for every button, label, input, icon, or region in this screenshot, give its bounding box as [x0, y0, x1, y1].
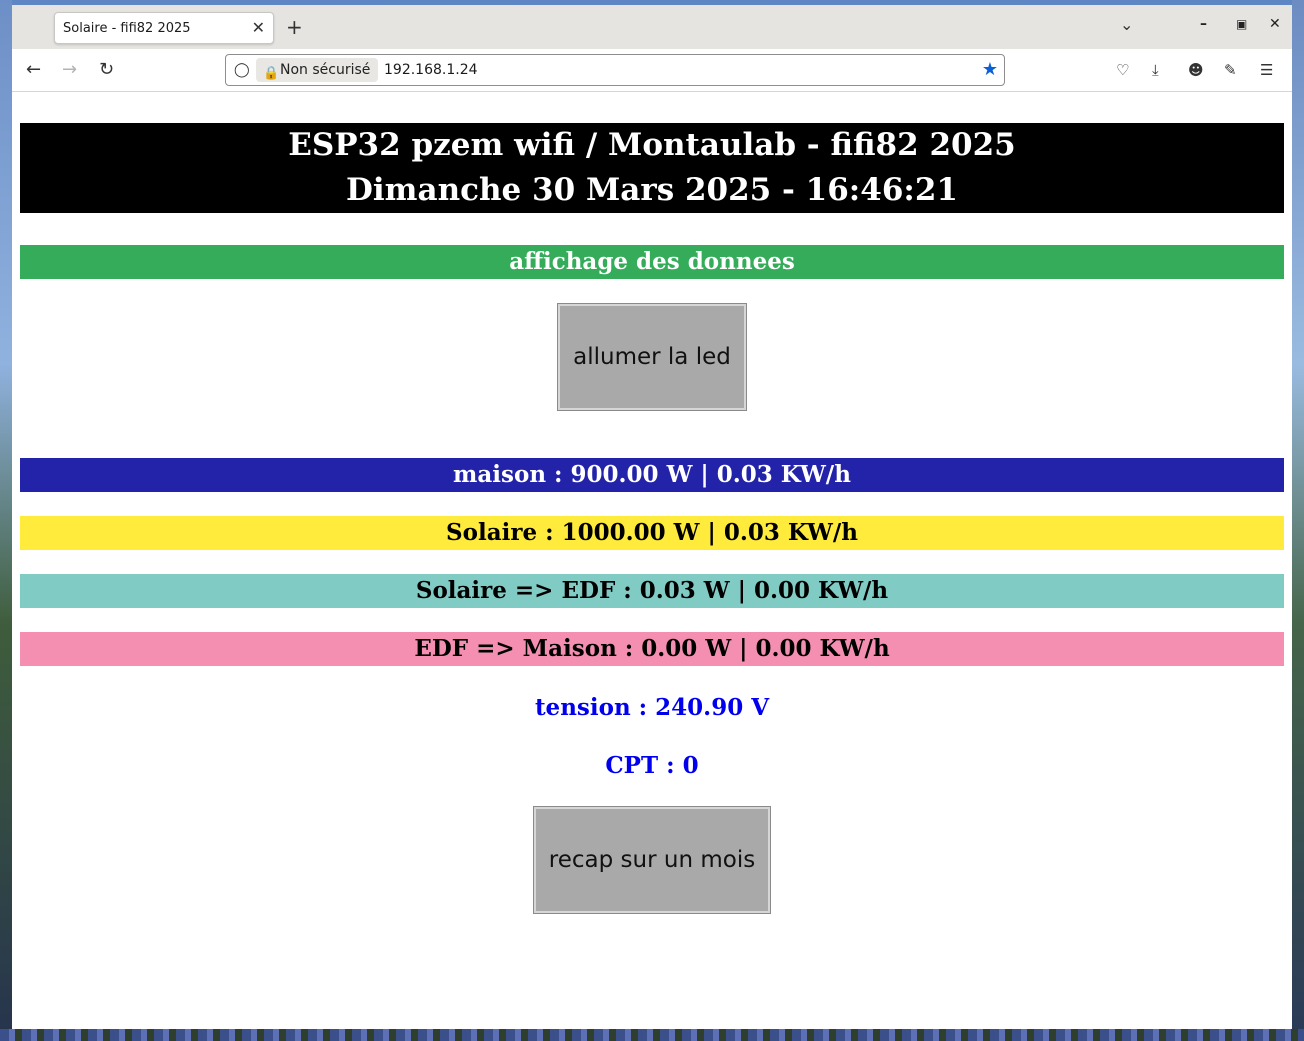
maison-bar: maison : 900.00 W | 0.03 KW/h — [20, 458, 1284, 492]
desktop-wallpaper-right — [1292, 0, 1304, 1041]
edf-maison-bar: EDF => Maison : 0.00 W | 0.00 KW/h — [20, 632, 1284, 666]
security-indicator[interactable]: 🔒 Non sécurisé — [256, 58, 379, 82]
pocket-icon[interactable]: ♡ — [1116, 61, 1129, 79]
back-icon[interactable]: ← — [26, 59, 41, 80]
maximize-icon[interactable]: ▣ — [1236, 17, 1247, 31]
new-tab-button[interactable]: + — [286, 15, 303, 39]
tab-close-icon[interactable]: ✕ — [252, 18, 265, 37]
download-icon[interactable]: ⤓ — [1152, 61, 1159, 79]
page-content: ESP32 pzem wifi / Montaulab - fifi82 202… — [12, 92, 1292, 1029]
url-text[interactable]: 192.168.1.24 — [384, 62, 478, 78]
list-all-tabs-icon[interactable]: ⌄ — [1120, 15, 1133, 34]
cpt-text: CPT : 0 — [605, 752, 699, 779]
section-title: affichage des donnees — [20, 245, 1284, 279]
page-header: ESP32 pzem wifi / Montaulab - fifi82 202… — [20, 123, 1284, 213]
tab-title: Solaire - fifi82 2025 — [63, 21, 191, 36]
header-datetime: Dimanche 30 Mars 2025 - 16:46:21 — [346, 172, 958, 208]
forward-icon[interactable]: → — [62, 59, 77, 80]
reload-icon[interactable]: ↻ — [99, 59, 114, 80]
tension-text: tension : 240.90 V — [534, 694, 770, 721]
shield-icon[interactable]: ◯ — [234, 62, 250, 78]
solaire-bar: Solaire : 1000.00 W | 0.03 KW/h — [20, 516, 1284, 550]
close-window-icon[interactable]: ✕ — [1269, 16, 1281, 32]
tab-active[interactable]: Solaire - fifi82 2025 ✕ — [54, 12, 274, 44]
header-title: ESP32 pzem wifi / Montaulab - fifi82 202… — [288, 127, 1016, 163]
minimize-icon[interactable]: – — [1200, 16, 1207, 32]
extensions-icon[interactable]: ✎ — [1224, 61, 1237, 79]
star-icon[interactable]: ★ — [982, 59, 998, 80]
browser-window: Solaire - fifi82 2025 ✕ + ⌄ – ▣ ✕ ← → ↻ … — [12, 5, 1292, 1029]
lock-icon: 🔒 — [263, 66, 280, 81]
account-icon[interactable]: ☻ — [1188, 61, 1204, 79]
navigation-toolbar: ← → ↻ ◯ 🔒 Non sécurisé 192.168.1.24 ★ ♡ … — [12, 49, 1292, 92]
solaire-edf-bar: Solaire => EDF : 0.03 W | 0.00 KW/h — [20, 574, 1284, 608]
desktop-wallpaper-left — [0, 0, 12, 1041]
led-button[interactable]: allumer la led — [557, 303, 747, 411]
tab-bar: Solaire - fifi82 2025 ✕ + ⌄ – ▣ ✕ — [12, 5, 1292, 49]
recap-button[interactable]: recap sur un mois — [533, 806, 771, 914]
url-bar[interactable]: ◯ 🔒 Non sécurisé 192.168.1.24 ★ — [225, 54, 1005, 86]
security-label: Non sécurisé — [280, 62, 371, 78]
menu-icon[interactable]: ☰ — [1260, 61, 1273, 79]
desktop-wallpaper-bottom — [0, 1029, 1304, 1041]
